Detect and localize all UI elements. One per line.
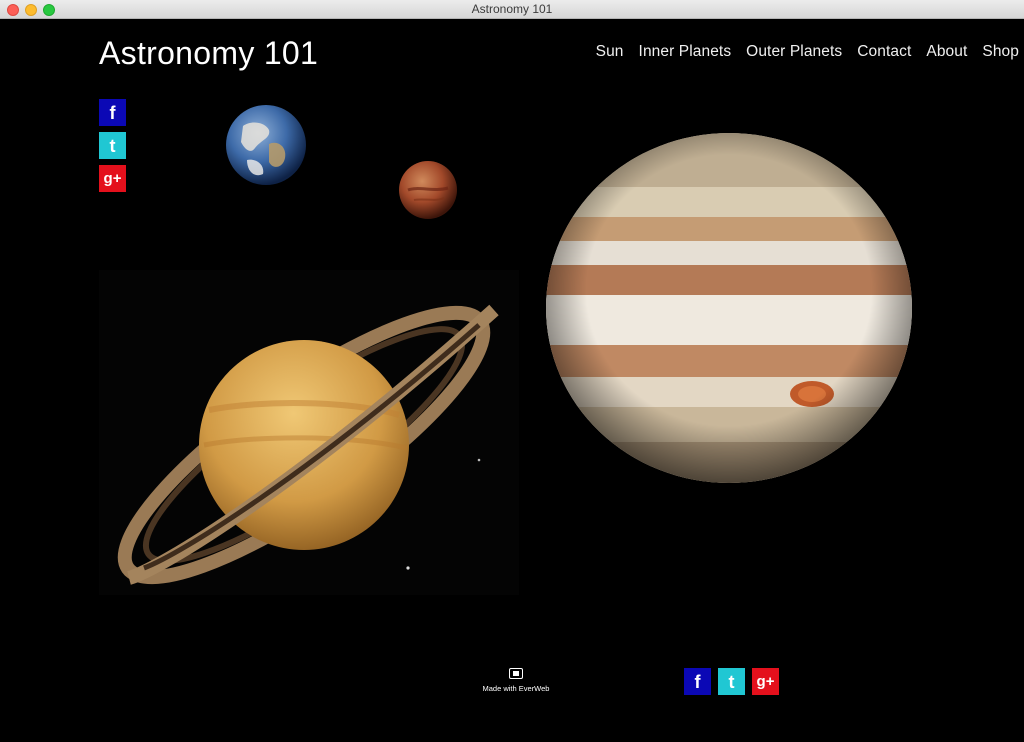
nav-contact[interactable]: Contact (857, 43, 911, 61)
mars-image (399, 161, 457, 219)
footer-twitter-button[interactable]: t (718, 668, 745, 695)
nav-inner-planets[interactable]: Inner Planets (639, 43, 732, 61)
jupiter-image (546, 133, 912, 483)
window-title: Astronomy 101 (471, 2, 553, 16)
footer-facebook-button[interactable]: f (684, 668, 711, 695)
twitter-icon: t (109, 135, 116, 156)
facebook-button[interactable]: f (99, 99, 126, 126)
facebook-icon: f (694, 671, 701, 692)
window-titlebar: Astronomy 101 (0, 0, 1024, 19)
twitter-button[interactable]: t (99, 132, 126, 159)
googleplus-button[interactable]: g+ (99, 165, 126, 192)
twitter-icon: t (728, 671, 735, 692)
made-with-label: Made with EverWeb (482, 684, 550, 693)
nav-about[interactable]: About (926, 43, 967, 61)
facebook-icon: f (109, 102, 116, 123)
everweb-logo-icon (509, 668, 523, 679)
googleplus-icon: g+ (103, 170, 122, 187)
main-nav: Sun Inner Planets Outer Planets Contact … (581, 43, 1019, 61)
made-with-everweb-badge[interactable]: Made with EverWeb (471, 668, 561, 693)
footer-googleplus-button[interactable]: g+ (752, 668, 779, 695)
nav-outer-planets[interactable]: Outer Planets (746, 43, 842, 61)
site-title[interactable]: Astronomy 101 (99, 35, 318, 72)
earth-image (226, 105, 306, 185)
saturn-image (99, 270, 519, 595)
googleplus-icon: g+ (756, 673, 775, 690)
web-page: Astronomy 101 Sun Inner Planets Outer Pl… (1, 20, 1023, 741)
nav-sun[interactable]: Sun (596, 43, 624, 61)
nav-shop[interactable]: Shop (982, 43, 1019, 61)
